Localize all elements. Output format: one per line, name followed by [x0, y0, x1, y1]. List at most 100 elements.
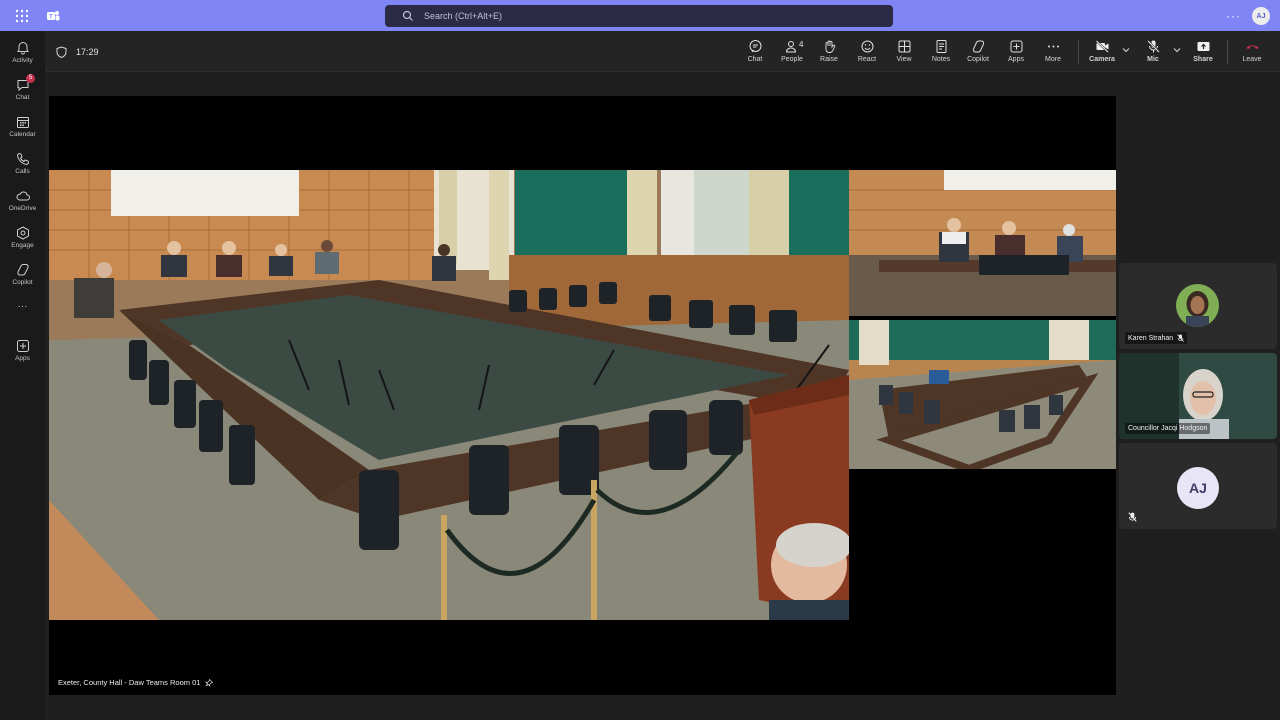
- share-label: Share: [1193, 56, 1213, 63]
- toolbar-divider: [1227, 40, 1228, 64]
- camera-button[interactable]: Camera: [1082, 31, 1122, 72]
- app-launcher-icon[interactable]: [14, 8, 30, 24]
- share-icon: [1197, 42, 1209, 51]
- room-name-label: Exeter, County Hall - Daw Teams Room 01: [58, 678, 214, 687]
- search-icon: [402, 10, 413, 21]
- react-label: React: [857, 56, 877, 63]
- copilot-button[interactable]: Copilot: [958, 31, 998, 72]
- more-icon: ···: [17, 301, 28, 312]
- participant-name-tag: Councillor Jacqi Hodgson: [1125, 423, 1211, 434]
- rail-label: Calls: [15, 168, 30, 175]
- mic-off-icon: [1146, 40, 1160, 53]
- participant-initials-avatar: AJ: [1177, 467, 1219, 509]
- engage-icon: [16, 226, 29, 240]
- people-icon: [785, 41, 796, 53]
- mic-muted-icon: [1128, 512, 1137, 522]
- grid-view-icon: [898, 40, 910, 53]
- leave-label: Leave: [1242, 56, 1262, 63]
- share-button[interactable]: Share: [1183, 31, 1223, 72]
- room-name-text: Exeter, County Hall - Daw Teams Room 01: [58, 678, 201, 687]
- mic-muted-icon: [1177, 334, 1184, 342]
- participant-name: Karen Strahan: [1128, 334, 1174, 342]
- leave-button[interactable]: Leave: [1232, 31, 1272, 72]
- camera-off-icon: [1095, 40, 1109, 53]
- rail-label: Engage: [11, 242, 34, 249]
- meeting-timer: 17:29: [76, 47, 99, 57]
- view-button[interactable]: View: [884, 31, 924, 72]
- participant-name: Councillor Jacqi Hodgson: [1128, 425, 1208, 432]
- mic-options-chevron-icon[interactable]: [1173, 47, 1181, 53]
- raise-hand-button[interactable]: Raise: [809, 31, 849, 72]
- rail-item-chat[interactable]: 5 Chat: [0, 72, 45, 108]
- rail-label: Copilot: [12, 279, 33, 286]
- rail-item-copilot[interactable]: Copilot: [0, 257, 45, 293]
- people-button[interactable]: 4 People: [772, 31, 812, 72]
- mic-button[interactable]: Mic: [1133, 31, 1173, 72]
- rail-label: Activity: [12, 57, 33, 64]
- participant-tile[interactable]: Councillor Jacqi Hodgson: [1119, 353, 1277, 439]
- rail-label: Calendar: [9, 131, 36, 138]
- settings-more-button[interactable]: ···: [1226, 9, 1241, 23]
- rail-item-engage[interactable]: Engage: [0, 220, 45, 256]
- apps-button[interactable]: Apps: [996, 31, 1036, 72]
- rail-label: Apps: [15, 355, 30, 362]
- cloud-icon: [15, 191, 30, 201]
- shield-icon: [56, 46, 67, 58]
- rail-item-onedrive[interactable]: OneDrive: [0, 183, 45, 219]
- camera-label: Camera: [1089, 56, 1115, 63]
- rail-more-button[interactable]: ···: [0, 297, 45, 333]
- add-apps-icon: [1010, 40, 1022, 53]
- people-count: 4: [799, 40, 804, 49]
- search-box[interactable]: Search (Ctrl+Alt+E): [385, 5, 893, 27]
- react-button[interactable]: React: [847, 31, 887, 72]
- copilot-label: Copilot: [967, 56, 989, 63]
- notes-icon: [936, 40, 946, 53]
- view-label: View: [896, 56, 912, 63]
- councillors-desk-video-image: [849, 170, 1116, 316]
- rail-item-calendar[interactable]: Calendar: [0, 109, 45, 145]
- rail-item-activity[interactable]: Activity: [0, 35, 45, 71]
- more-label: More: [1045, 56, 1061, 63]
- more-button[interactable]: More: [1033, 31, 1073, 72]
- hand-icon: [825, 40, 835, 53]
- notes-button[interactable]: Notes: [921, 31, 961, 72]
- toolbar-divider: [1078, 40, 1079, 64]
- participant-name-tag: Karen Strahan: [1125, 332, 1188, 344]
- phone-icon: [16, 152, 29, 166]
- smile-icon: [861, 40, 873, 53]
- chat-icon: [749, 40, 761, 53]
- copilot-icon: [972, 40, 984, 53]
- meeting-toolbar: 17:29 Chat 4 People Raise React View Not…: [45, 31, 1280, 72]
- wide-room-thumbnail[interactable]: [849, 320, 1116, 469]
- rail-item-calls[interactable]: Calls: [0, 146, 45, 182]
- participant-avatar-photo: [1176, 284, 1219, 327]
- apps-label: Apps: [1008, 56, 1024, 63]
- room-camera-thumbnail[interactable]: [849, 170, 1116, 316]
- search-placeholder: Search (Ctrl+Alt+E): [424, 11, 503, 21]
- bell-icon: [16, 41, 29, 55]
- mic-label: Mic: [1147, 56, 1159, 63]
- camera-options-chevron-icon[interactable]: [1122, 47, 1130, 53]
- teams-logo-icon: T: [47, 11, 60, 21]
- participant-tile[interactable]: Karen Strahan: [1119, 263, 1277, 349]
- room-video-feed[interactable]: [49, 170, 849, 620]
- more-icon: [1047, 45, 1059, 48]
- chat-button[interactable]: Chat: [735, 31, 775, 72]
- apps-icon: [16, 340, 29, 352]
- council-chamber-video-image: [49, 170, 849, 620]
- rail-item-apps[interactable]: Apps: [0, 333, 45, 369]
- copilot-icon: [16, 264, 29, 276]
- title-bar: T Search (Ctrl+Alt+E) ··· AJ: [0, 0, 1280, 31]
- wide-chamber-video-image: [849, 320, 1116, 469]
- people-label: People: [781, 56, 803, 63]
- chat-label: Chat: [747, 56, 763, 63]
- raise-label: Raise: [820, 56, 838, 63]
- profile-avatar[interactable]: AJ: [1252, 7, 1270, 25]
- participant-tile[interactable]: AJ: [1119, 443, 1277, 529]
- rail-label: Chat: [15, 94, 30, 101]
- notes-label: Notes: [931, 56, 951, 63]
- calendar-icon: [16, 117, 29, 128]
- meeting-stage: Exeter, County Hall - Daw Teams Room 01: [49, 96, 1116, 695]
- pin-icon[interactable]: [205, 678, 214, 687]
- hang-up-icon: [1246, 45, 1258, 49]
